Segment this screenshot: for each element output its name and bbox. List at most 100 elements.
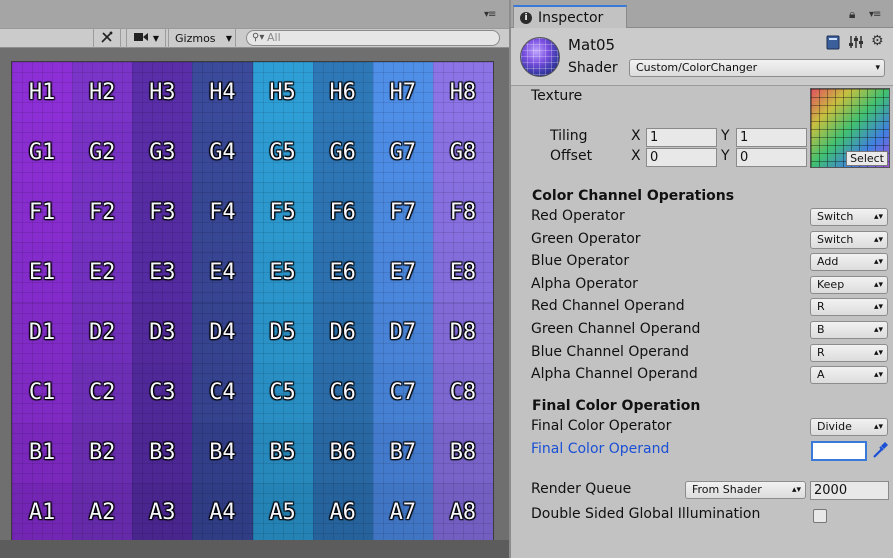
book-help-icon[interactable] xyxy=(825,34,841,54)
texture-select-button[interactable]: Select xyxy=(846,151,888,166)
grid-tile: D8 xyxy=(432,302,493,363)
render-queue-mode: From Shader xyxy=(692,483,762,496)
grid-tile: B5 xyxy=(252,422,313,483)
grid-tile: E4 xyxy=(192,242,253,303)
offset-label: Offset xyxy=(550,148,593,164)
operation-value: Keep xyxy=(817,278,845,291)
grid-tile: E5 xyxy=(252,242,313,303)
offset-y-field[interactable]: 0 xyxy=(736,148,807,167)
gizmos-label: Gizmos xyxy=(175,32,216,45)
final-color-operator-dropdown[interactable]: Divide ▴▾ xyxy=(810,418,888,436)
final-color-operand-swatch[interactable] xyxy=(811,441,867,461)
grid-tile: B7 xyxy=(372,422,433,483)
grid-tile: B2 xyxy=(72,422,133,483)
operation-label: Red Channel Operand xyxy=(531,298,685,314)
tools-button[interactable] xyxy=(93,29,121,48)
grid-tile: G7 xyxy=(372,122,433,183)
grid-tile: F5 xyxy=(252,182,313,243)
operation-label: Blue Operator xyxy=(531,253,630,269)
grid-tile: B1 xyxy=(12,422,73,483)
grid-tile: H7 xyxy=(372,62,433,123)
operation-label: Green Channel Operand xyxy=(531,321,701,337)
eyedropper-icon[interactable] xyxy=(871,440,889,464)
material-name: Mat05 xyxy=(568,36,616,54)
operation-dropdown[interactable]: Switch ▴▾ xyxy=(810,208,888,226)
offset-x-field[interactable]: 0 xyxy=(646,148,717,167)
tile-grid: H1 H2 H3 H4 H5 H6 H7 H8 G1 G2 G3 G4 G5 G6 G7 G8 F1 F2 F3 F4… xyxy=(11,61,494,544)
operation-value: Switch xyxy=(817,233,854,246)
grid-tile: D1 xyxy=(12,302,73,363)
operation-dropdown[interactable]: Add ▴▾ xyxy=(810,253,888,271)
lock-icon[interactable]: 🔒︎ xyxy=(849,7,855,22)
grid-tile: H8 xyxy=(432,62,493,123)
tiling-x-field[interactable]: 1 xyxy=(646,128,717,147)
scene-viewport[interactable]: H1 H2 H3 H4 H5 H6 H7 H8 G1 G2 G3 G4 G5 G6 G7 G8 F1 F2 F3 F4… xyxy=(0,48,509,558)
grid-tile: B3 xyxy=(132,422,193,483)
shader-label: Shader xyxy=(568,60,618,76)
scene-bottom-strip xyxy=(0,540,509,558)
grid-tile: A4 xyxy=(192,482,253,543)
grid-tile: H5 xyxy=(252,62,313,123)
grid-tile: F7 xyxy=(372,182,433,243)
render-queue-label: Render Queue xyxy=(531,481,632,497)
final-color-operand-label: Final Color Operand xyxy=(531,441,670,457)
gear-icon[interactable]: ⚙︎ xyxy=(871,33,884,49)
operation-label: Alpha Operator xyxy=(531,276,638,292)
operation-label: Blue Channel Operand xyxy=(531,344,689,360)
grid-tile: G2 xyxy=(72,122,133,183)
offset-y-label: Y xyxy=(721,148,730,164)
inspector-panel: i Inspector 🔒︎ ▾≡ Mat05 Shader Custom/Co… xyxy=(509,0,893,558)
texture-slot[interactable]: Select xyxy=(810,88,890,168)
grid-tile: C5 xyxy=(252,362,313,423)
grid-tile: H2 xyxy=(72,62,133,123)
scene-view: ▾≡ ▼ Gizmos ▼ ⚲▾ All H1 H2 H3 H4 H5 H6 H7 H8 G1 G… xyxy=(0,0,509,558)
camera-button[interactable]: ▼ xyxy=(126,29,166,48)
operation-dropdown[interactable]: A ▴▾ xyxy=(810,366,888,384)
grid-tile: A5 xyxy=(252,482,313,543)
grid-tile: A7 xyxy=(372,482,433,543)
operation-dropdown[interactable]: R ▴▾ xyxy=(810,344,888,362)
operation-value: R xyxy=(817,300,825,313)
final-color-section-title: Final Color Operation xyxy=(532,398,701,414)
tiling-x-label: X xyxy=(631,128,641,144)
grid-tile: E2 xyxy=(72,242,133,303)
inspector-panel-menu-icon[interactable]: ▾≡ xyxy=(869,9,881,20)
grid-tile: F3 xyxy=(132,182,193,243)
operation-dropdown[interactable]: Keep ▴▾ xyxy=(810,276,888,294)
operation-dropdown[interactable]: R ▴▾ xyxy=(810,298,888,316)
grid-tile: H3 xyxy=(132,62,193,123)
tab-inspector[interactable]: i Inspector xyxy=(513,5,627,28)
scene-panel-menu-icon[interactable]: ▾≡ xyxy=(484,9,496,20)
tiling-y-field[interactable]: 1 xyxy=(736,128,807,147)
grid-tile: E8 xyxy=(432,242,493,303)
grid-tile: G8 xyxy=(432,122,493,183)
dropdown-arrow-icon: ▴▾ xyxy=(873,370,883,380)
search-icon: ⚲▾ xyxy=(252,32,265,43)
tab-inspector-label: Inspector xyxy=(538,9,604,26)
render-queue-field[interactable]: 2000 xyxy=(810,481,889,500)
preset-sliders-icon[interactable] xyxy=(848,34,864,54)
dropdown-arrow-icon: ▾ xyxy=(875,63,880,73)
render-queue-dropdown[interactable]: From Shader ▴▾ xyxy=(685,481,806,499)
operation-dropdown[interactable]: B ▴▾ xyxy=(810,321,888,339)
final-color-operator-label: Final Color Operator xyxy=(531,418,672,434)
material-header: Mat05 Shader Custom/ColorChanger ▾ ⚙︎ xyxy=(511,28,893,86)
offset-x-label: X xyxy=(631,148,641,164)
grid-tile: E1 xyxy=(12,242,73,303)
grid-tile: A8 xyxy=(432,482,493,543)
double-sided-gi-checkbox[interactable] xyxy=(813,509,827,523)
grid-tile: D4 xyxy=(192,302,253,363)
operation-value: Switch xyxy=(817,210,854,223)
grid-tile: C8 xyxy=(432,362,493,423)
tools-icon xyxy=(100,30,114,47)
shader-dropdown[interactable]: Custom/ColorChanger ▾ xyxy=(629,59,885,77)
grid-tile: G3 xyxy=(132,122,193,183)
dropdown-arrow-icon: ▴▾ xyxy=(873,212,883,222)
operation-label: Green Operator xyxy=(531,231,641,247)
grid-tile: C2 xyxy=(72,362,133,423)
scene-search-input[interactable]: ⚲▾ All xyxy=(246,30,500,46)
dropdown-arrow-icon: ▴▾ xyxy=(873,302,883,312)
operation-dropdown[interactable]: Switch ▴▾ xyxy=(810,231,888,249)
grid-tile: B8 xyxy=(432,422,493,483)
gizmos-dropdown[interactable]: Gizmos ▼ xyxy=(168,29,236,48)
